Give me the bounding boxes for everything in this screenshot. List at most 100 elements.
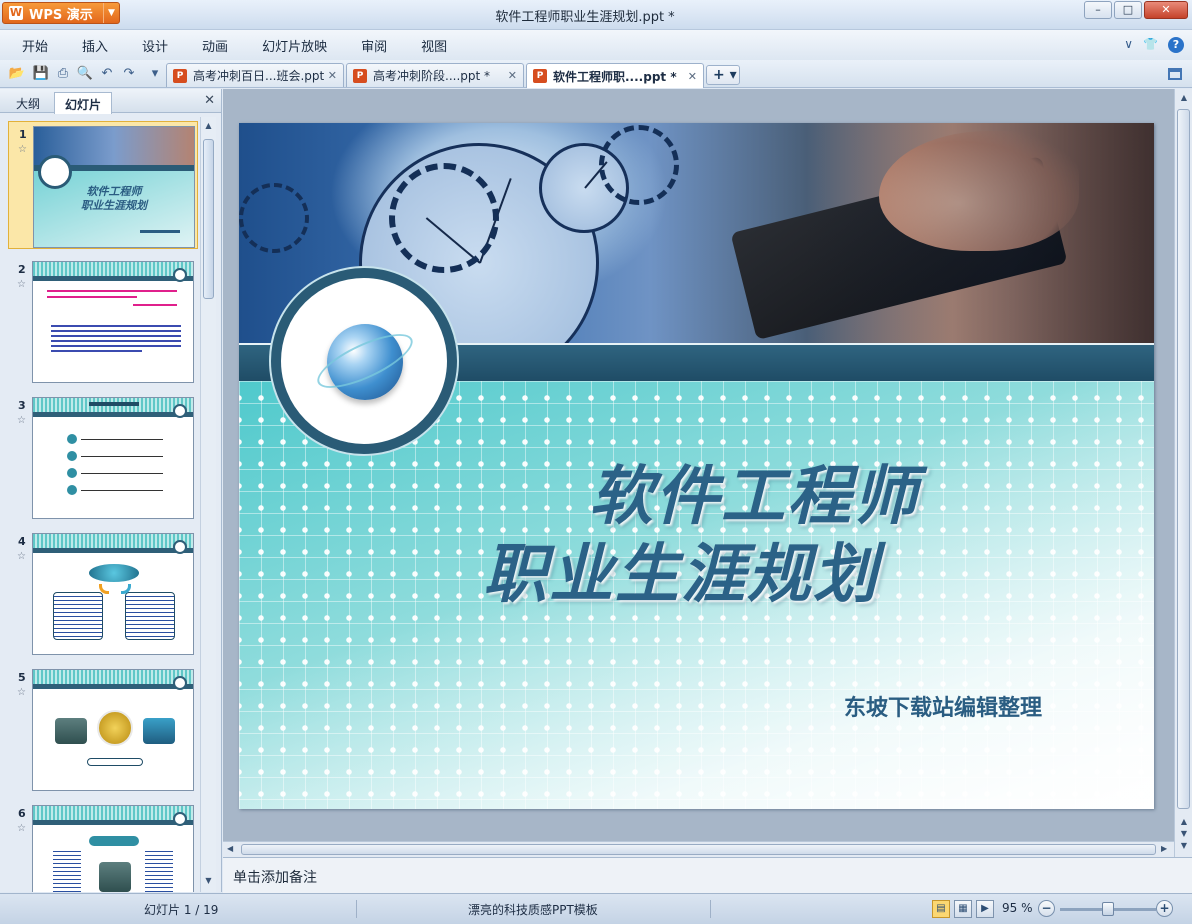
side-panel-tabs: 大纲 幻灯片 ✕ [0, 89, 221, 114]
horizontal-scrollbar[interactable]: ◀ ▶ [223, 841, 1174, 857]
close-tab-icon[interactable]: ✕ [688, 70, 697, 83]
scroll-right-icon[interactable]: ▶ [1161, 844, 1167, 853]
app-menu-button[interactable]: W WPS 演示 ▼ [2, 2, 120, 24]
tab-slides[interactable]: 幻灯片 [54, 92, 113, 114]
save-icon[interactable]: 💾 [32, 65, 50, 83]
zoom-in-button[interactable]: + [1156, 900, 1173, 917]
doc-tab-2[interactable]: P 高考冲刺阶段....ppt * ✕ [346, 63, 524, 87]
slide-preview: 软件工程师 职业生涯规划 [33, 126, 195, 248]
slide-preview [32, 669, 194, 791]
skin-icon[interactable]: 👕 [1143, 37, 1158, 53]
menu-animation[interactable]: 动画 [190, 36, 250, 55]
gear-image [239, 183, 309, 253]
ppt-file-icon: P [533, 69, 547, 83]
star-icon: ☆ [17, 415, 26, 426]
window-title: 软件工程师职业生涯规划.ppt * [495, 10, 675, 25]
star-icon: ☆ [17, 823, 26, 834]
undo-icon[interactable]: ↶ [98, 65, 116, 83]
scroll-up-icon[interactable]: ▲ [1178, 817, 1190, 826]
zoom-out-button[interactable]: − [1038, 900, 1055, 917]
slide-number: 4 [18, 535, 26, 548]
template-name[interactable]: 漂亮的科技质感PPT模板 [468, 901, 598, 918]
star-icon: ☆ [17, 687, 26, 698]
slide-thumb-2[interactable]: 2 ☆ [8, 257, 198, 385]
print-icon[interactable]: ⎙ [54, 65, 72, 83]
globe-emblem [271, 268, 457, 454]
scroll-thumb[interactable] [1177, 109, 1190, 809]
close-window-button[interactable]: ✕ [1144, 1, 1188, 19]
current-slide[interactable]: 软件工程师 职业生涯规划 东坡下载站编辑整理 [239, 123, 1154, 809]
slide-number: 1 [19, 128, 27, 141]
slide-sorter-button[interactable]: ▦ [954, 900, 972, 918]
slide-subtitle[interactable]: 东坡下载站编辑整理 [844, 690, 1042, 722]
menu-design[interactable]: 设计 [130, 36, 190, 55]
divider [710, 900, 711, 918]
notes-pane[interactable]: 单击添加备注 [223, 857, 1192, 893]
maximize-button[interactable]: □ [1114, 1, 1142, 19]
slide-thumb-1[interactable]: 1 ☆ 软件工程师 职业生涯规划 [8, 121, 198, 249]
app-name: WPS 演示 [29, 7, 93, 23]
thumbnail-list: 1 ☆ 软件工程师 职业生涯规划 2 ☆ 3 ☆ 4 ☆ 5 ☆ 6 ☆ [8, 117, 198, 892]
vertical-scrollbar[interactable]: ▲ ▲ ▼ ▼ [1174, 89, 1192, 857]
menu-right-controls: ∨ 👕 ? [1124, 37, 1192, 53]
doc-tab-3[interactable]: P 软件工程师职....ppt * ✕ [526, 63, 704, 88]
slide-preview [32, 533, 194, 655]
slideshow-button[interactable]: ▶ [976, 900, 994, 918]
close-tab-icon[interactable]: ✕ [328, 69, 337, 82]
zoom-slider-handle[interactable] [1102, 902, 1114, 916]
gear-image [389, 163, 499, 273]
star-icon: ☆ [17, 279, 26, 290]
scroll-down-icon[interactable]: ▼ [203, 876, 214, 888]
close-tab-icon[interactable]: ✕ [508, 69, 517, 82]
scroll-left-icon[interactable]: ◀ [227, 844, 233, 853]
slide-thumb-6[interactable]: 6 ☆ [8, 801, 198, 892]
slide-preview [32, 805, 194, 892]
new-tab-button[interactable]: + ▾ [706, 65, 740, 85]
scroll-down-icon[interactable]: ▼ [1178, 841, 1190, 850]
slide-title-line2[interactable]: 职业生涯规划 [439, 523, 879, 615]
menu-bar: 开始 插入 设计 动画 幻灯片放映 审阅 视图 ∨ 👕 ? [0, 30, 1192, 60]
wps-logo-icon: W [9, 6, 23, 20]
menu-review[interactable]: 审阅 [349, 36, 409, 55]
menu-home[interactable]: 开始 [10, 36, 70, 55]
slide-thumb-5[interactable]: 5 ☆ [8, 665, 198, 793]
thumb-title-line2: 职业生涯规划 [81, 199, 147, 212]
doc-tab-1[interactable]: P 高考冲刺百日...班会.ppt ✕ [166, 63, 344, 87]
scroll-thumb[interactable] [203, 139, 214, 299]
menu-insert[interactable]: 插入 [70, 36, 130, 55]
slides-panel: 大纲 幻灯片 ✕ 1 ☆ 软件工程师 职业生涯规划 2 ☆ 3 ☆ 4 ☆ 5 … [0, 89, 222, 892]
scroll-up-icon[interactable]: ▲ [1178, 93, 1190, 102]
slide-number: 3 [18, 399, 26, 412]
redo-icon[interactable]: ↷ [120, 65, 138, 83]
chevron-down-icon: ▼ [103, 3, 119, 23]
slide-number: 5 [18, 671, 26, 684]
doc-tab-label: 软件工程师职....ppt * [553, 69, 677, 84]
thumbnail-scrollbar[interactable]: ▲ ▼ [200, 117, 216, 892]
collapse-ribbon-icon[interactable]: ∨ [1124, 37, 1133, 53]
star-icon: ☆ [18, 144, 27, 155]
scroll-up-icon[interactable]: ▲ [203, 121, 214, 133]
minimize-button[interactable]: – [1084, 1, 1112, 19]
menu-slideshow[interactable]: 幻灯片放映 [250, 36, 349, 55]
tab-outline[interactable]: 大纲 [6, 92, 50, 114]
scroll-thumb[interactable] [241, 844, 1156, 855]
slide-preview [32, 397, 194, 519]
print-preview-icon[interactable]: 🔍 [76, 65, 94, 83]
open-folder-icon[interactable]: 📂 [8, 65, 26, 83]
window-layout-icon[interactable] [1168, 68, 1182, 80]
help-icon[interactable]: ? [1168, 37, 1184, 53]
slide-thumb-3[interactable]: 3 ☆ [8, 393, 198, 521]
menu-view[interactable]: 视图 [409, 36, 469, 55]
gear-image [599, 125, 679, 205]
customize-toolbar-icon[interactable]: ▾ [146, 65, 164, 83]
title-bar: W WPS 演示 ▼ 软件工程师职业生涯规划.ppt * – □ ✕ [0, 0, 1192, 30]
normal-view-button[interactable]: ▤ [932, 900, 950, 918]
slide-editor: 软件工程师 职业生涯规划 东坡下载站编辑整理 ▲ ▲ ▼ ▼ ◀ ▶ [223, 89, 1192, 857]
tab-toolbar: 📂 💾 ⎙ 🔍 ↶ ↷ ▾ P 高考冲刺百日...班会.ppt ✕ P 高考冲刺… [0, 60, 1192, 88]
scroll-down-icon[interactable]: ▼ [1178, 829, 1190, 838]
close-panel-icon[interactable]: ✕ [204, 93, 215, 108]
slide-thumb-4[interactable]: 4 ☆ [8, 529, 198, 657]
slide-number: 6 [18, 807, 26, 820]
status-bar: 幻灯片 1 / 19 漂亮的科技质感PPT模板 ▤ ▦ ▶ 95 % − + [0, 893, 1192, 924]
window-controls: – □ ✕ [1084, 1, 1188, 19]
